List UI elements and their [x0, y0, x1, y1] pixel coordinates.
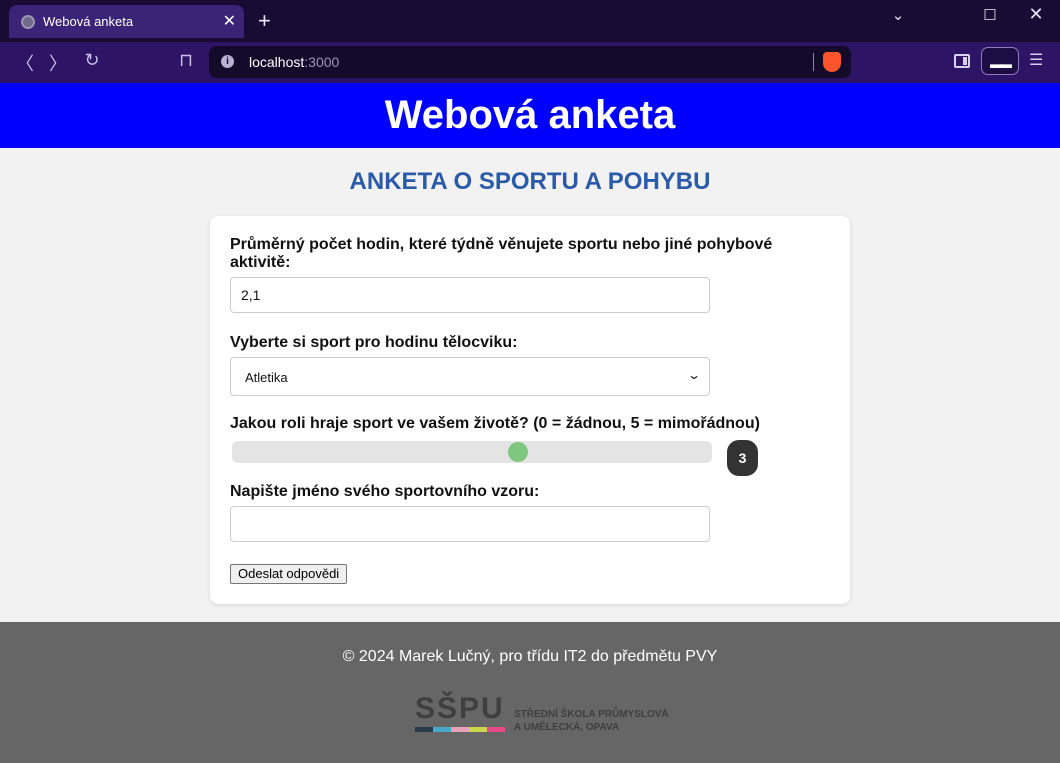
maximize-icon[interactable]: ☐	[978, 6, 1002, 24]
sport-role-label: Jakou roli hraje sport ve vašem životě? …	[230, 415, 760, 432]
reload-icon[interactable]: ↻	[81, 50, 103, 71]
logo-color-bar	[469, 727, 487, 732]
hamburger-menu-icon[interactable]: ☰	[1029, 50, 1043, 70]
sport-idol-label: Napište jméno svého sportovního vzoru:	[230, 483, 540, 500]
slider-value-badge: 3	[727, 440, 758, 476]
chevron-left-icon[interactable]: 〈	[14, 50, 36, 76]
page-title: Webová anketa	[384, 93, 676, 137]
private-window-button[interactable]: ▬▬	[981, 47, 1019, 75]
logo-color-bar	[451, 727, 469, 732]
hours-input[interactable]	[230, 277, 710, 313]
sport-idol-input[interactable]	[230, 506, 710, 542]
school-logo: SŠPU STŘEDNÍ ŠKOLA PRŮMYSLOVÁ A UMĚLECKÁ…	[413, 684, 673, 736]
globe-icon	[21, 15, 35, 29]
glasses-icon: ▬▬	[990, 57, 1012, 71]
divider	[813, 53, 814, 71]
close-tab-icon[interactable]: ✕	[223, 11, 236, 31]
sport-select[interactable]: Atletika ⌄	[230, 357, 710, 396]
browser-tab[interactable]: Webová anketa ✕	[9, 5, 244, 38]
bookmark-icon[interactable]: ⊓	[175, 50, 197, 71]
school-logo-mark: SŠPU	[415, 692, 505, 725]
sport-role-slider[interactable]	[232, 441, 712, 463]
page-header: Webová anketa	[0, 83, 1060, 148]
chevron-down-icon[interactable]: ⌄	[886, 6, 910, 24]
logo-color-bar	[433, 727, 451, 732]
slider-thumb[interactable]	[508, 442, 528, 462]
logo-color-bars	[415, 727, 505, 732]
browser-tab-bar: Webová anketa ✕ + ⌄ ☐ ✕	[0, 0, 1060, 42]
hours-label: Průměrný počet hodin, které týdně věnuje…	[230, 236, 773, 271]
brave-shield-icon[interactable]	[823, 52, 841, 72]
info-icon[interactable]: i	[221, 55, 234, 68]
school-name: STŘEDNÍ ŠKOLA PRŮMYSLOVÁ A UMĚLECKÁ, OPA…	[514, 709, 669, 733]
submit-button[interactable]: Odeslat odpovědi	[230, 564, 348, 584]
logo-color-bar	[487, 727, 505, 732]
address-bar[interactable]: i localhost:3000	[209, 46, 851, 78]
page-footer: © 2024 Marek Lučný, pro třídu IT2 do pře…	[0, 622, 1060, 763]
chevron-right-icon[interactable]: 〉	[47, 50, 69, 76]
survey-form: Průměrný počet hodin, které týdně věnuje…	[210, 216, 850, 604]
chevron-down-icon: ⌄	[686, 368, 702, 382]
url-text: localhost:3000	[249, 54, 340, 70]
sport-select-value: Atletika	[245, 370, 288, 385]
tab-title: Webová anketa	[43, 14, 134, 29]
new-tab-icon[interactable]: +	[258, 8, 271, 34]
sport-select-label: Vyberte si sport pro hodinu tělocviku:	[230, 334, 518, 351]
survey-title: ANKETA O SPORTU A POHYBU	[349, 168, 711, 195]
footer-copyright: © 2024 Marek Lučný, pro třídu IT2 do pře…	[342, 648, 718, 665]
logo-color-bar	[415, 727, 433, 732]
browser-toolbar: 〈 〉 ↻ ⊓ i localhost:3000 ▬▬ ☰	[0, 42, 1060, 83]
close-window-icon[interactable]: ✕	[1024, 4, 1048, 25]
sidebar-icon[interactable]	[954, 54, 970, 68]
